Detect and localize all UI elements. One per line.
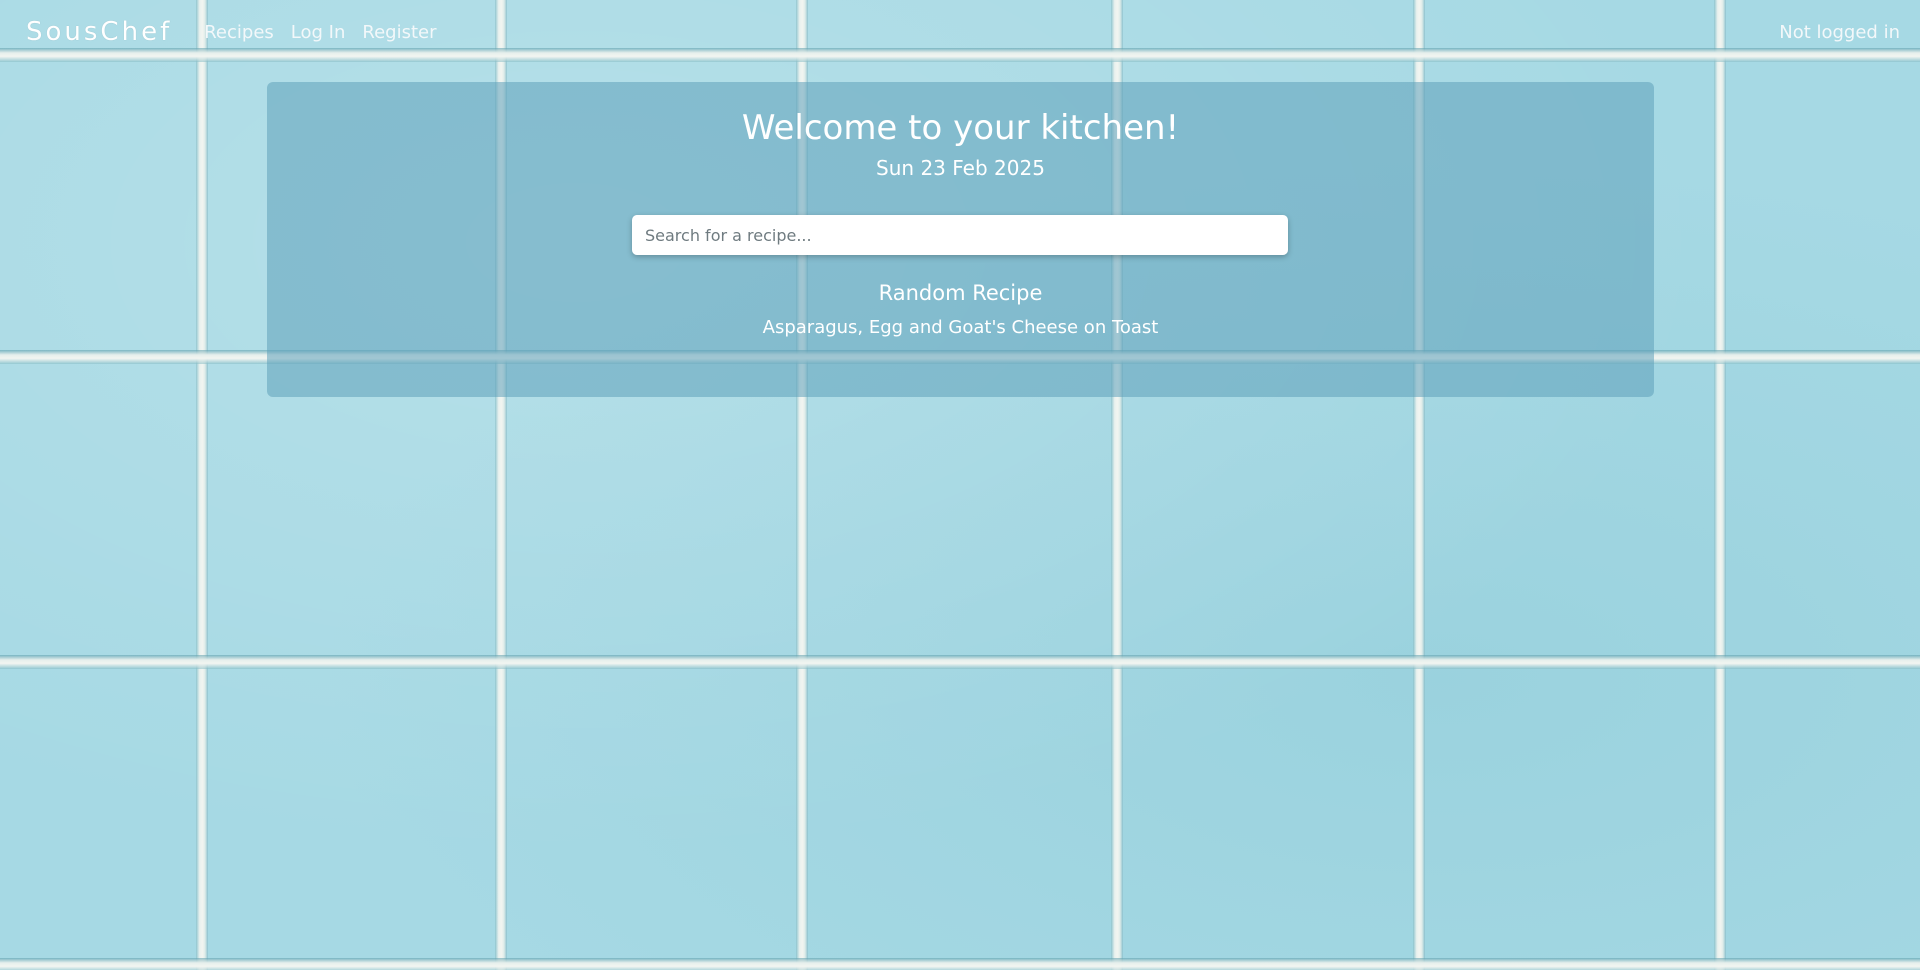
grout-line [0,655,1920,669]
top-navbar: SousChef Recipes Log In Register Not log… [0,0,1920,64]
login-status: Not logged in [1779,21,1900,43]
grout-line [196,0,208,970]
nav-link-login[interactable]: Log In [291,22,346,43]
random-recipe-heading: Random Recipe [878,281,1043,305]
random-recipe-link[interactable]: Asparagus, Egg and Goat's Cheese on Toas… [763,317,1159,338]
welcome-panel: Welcome to your kitchen! Sun 23 Feb 2025… [267,82,1654,397]
recipe-search-input[interactable] [632,215,1288,255]
nav-link-register[interactable]: Register [362,22,436,43]
nav-link-recipes[interactable]: Recipes [204,22,274,43]
current-date: Sun 23 Feb 2025 [876,156,1045,180]
grout-line [0,958,1920,970]
grout-line [1714,0,1726,970]
brand-logo[interactable]: SousChef [26,17,172,47]
page-title: Welcome to your kitchen! [741,108,1180,148]
